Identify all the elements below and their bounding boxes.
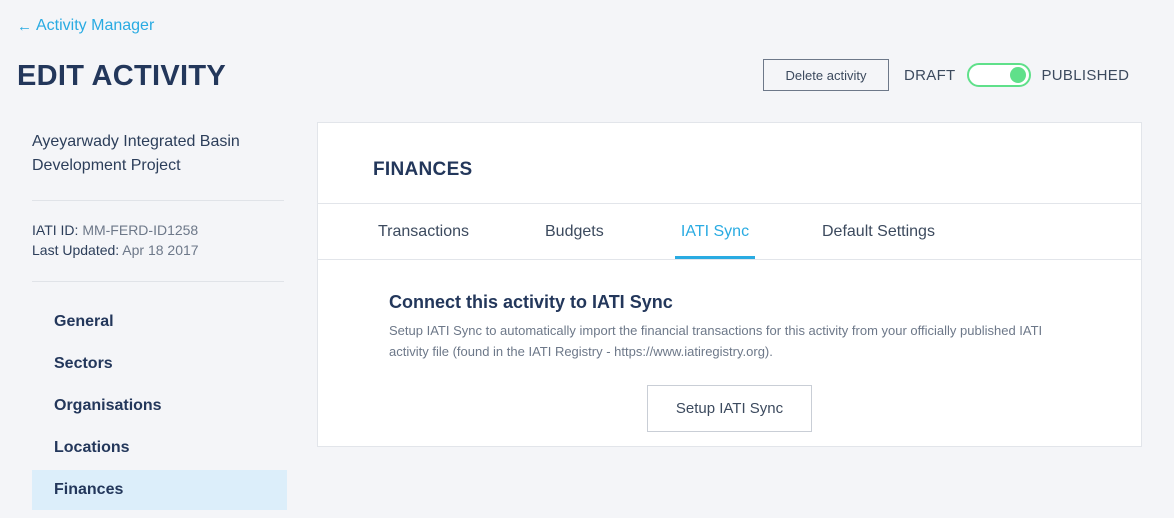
- finance-tabs: Transactions Budgets IATI Sync Default S…: [318, 204, 1141, 259]
- delete-activity-button[interactable]: Delete activity: [763, 59, 889, 91]
- section-title: FINANCES: [373, 159, 473, 180]
- sync-description: Setup IATI Sync to automatically import …: [389, 323, 1043, 359]
- sidebar-nav: General Sectors Organisations Locations …: [32, 302, 287, 510]
- sidebar-item-sectors[interactable]: Sectors: [32, 344, 287, 384]
- last-updated-label: Last Updated:: [32, 242, 120, 258]
- sidebar-divider: [32, 281, 284, 282]
- tabs-divider: [318, 259, 1141, 260]
- finances-card: FINANCES Transactions Budgets IATI Sync …: [317, 122, 1142, 447]
- back-to-activity-manager-link[interactable]: ← Activity Manager: [17, 17, 154, 35]
- publish-toggle[interactable]: [966, 63, 1031, 87]
- sidebar-divider: [32, 200, 284, 201]
- tab-budgets[interactable]: Budgets: [545, 204, 604, 259]
- project-name: Ayeyarwady Integrated Basin Development …: [32, 133, 240, 174]
- sidebar-item-finances[interactable]: Finances: [32, 470, 287, 510]
- arrow-left-icon: ←: [17, 17, 32, 35]
- back-link-label: Activity Manager: [36, 17, 155, 34]
- activity-meta: IATI ID: MM-FERD-ID1258 Last Updated: Ap…: [32, 220, 287, 260]
- setup-iati-sync-button[interactable]: Setup IATI Sync: [647, 385, 812, 432]
- sidebar-item-organisations[interactable]: Organisations: [32, 386, 287, 426]
- iati-id-label: IATI ID:: [32, 222, 79, 238]
- iati-id-value: MM-FERD-ID1258: [82, 222, 199, 238]
- tab-transactions[interactable]: Transactions: [378, 204, 469, 259]
- last-updated-row: Last Updated: Apr 18 2017: [32, 240, 287, 260]
- sync-heading: Connect this activity to IATI Sync: [389, 292, 673, 312]
- iati-id-row: IATI ID: MM-FERD-ID1258: [32, 220, 287, 240]
- last-updated-value: Apr 18 2017: [122, 242, 199, 258]
- status-draft-label: DRAFT: [904, 66, 956, 84]
- page-title: EDIT ACTIVITY: [17, 60, 227, 92]
- tab-default-settings[interactable]: Default Settings: [822, 204, 935, 259]
- sidebar-item-locations[interactable]: Locations: [32, 428, 287, 468]
- toggle-knob: [1009, 67, 1026, 83]
- sidebar: Ayeyarwady Integrated Basin Development …: [32, 130, 287, 512]
- status-published-label: PUBLISHED: [1041, 66, 1130, 84]
- sidebar-item-general[interactable]: General: [32, 302, 287, 342]
- top-actions: Delete activity DRAFT PUBLISHED: [763, 59, 1129, 91]
- tab-iati-sync[interactable]: IATI Sync: [675, 204, 755, 259]
